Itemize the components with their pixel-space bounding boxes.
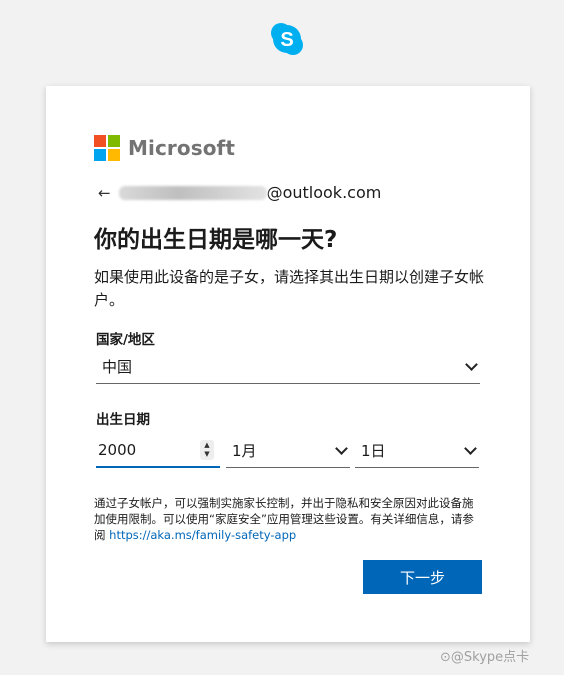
family-safety-link[interactable]: https://aka.ms/family-safety-app [109,528,296,542]
identity-email-suffix: @outlook.com [266,183,382,202]
year-input-value: 2000 [98,441,137,459]
country-select[interactable]: 中国 [96,350,480,384]
skype-logo-icon: S [268,20,306,58]
microsoft-logo: Microsoft [94,135,235,161]
sign-up-card: Microsoft ← @outlook.com 你的出生日期是哪一天? 如果使… [46,86,530,642]
stepper-up-icon[interactable]: ▲ [204,441,209,450]
page-title: 你的出生日期是哪一天? [94,227,338,253]
month-select[interactable]: 1月 [226,434,350,468]
skype-logo-letter: S [280,29,293,51]
next-button[interactable]: 下一步 [363,560,482,594]
day-select-value: 1日 [361,442,386,460]
redacted-username [118,185,267,200]
chevron-down-icon [335,442,348,455]
birthdate-label: 出生日期 [96,412,150,428]
year-stepper[interactable]: ▲ ▼ [200,440,214,460]
stepper-down-icon[interactable]: ▼ [204,450,209,459]
watermark: ⊙@Skype点卡 [440,650,530,665]
month-select-value: 1月 [232,442,257,460]
microsoft-brand-name: Microsoft [128,136,236,160]
country-label: 国家/地区 [96,332,155,348]
page-description: 如果使用此设备的是子女，请选择其出生日期以创建子女帐户。 [94,268,485,309]
identity-row[interactable]: ← @outlook.com [98,183,381,202]
country-select-value: 中国 [102,358,133,376]
chevron-down-icon [464,442,477,455]
family-safety-notice: 通过子女帐户，可以强制实施家长控制，并出于隐私和安全原因对此设备施加使用限制。可… [94,495,484,543]
day-select[interactable]: 1日 [355,434,479,468]
chevron-down-icon [465,358,478,371]
left-arrow-icon[interactable]: ← [98,184,111,202]
year-input[interactable]: 2000 ▲ ▼ [96,434,220,468]
microsoft-grid-icon [94,135,120,161]
